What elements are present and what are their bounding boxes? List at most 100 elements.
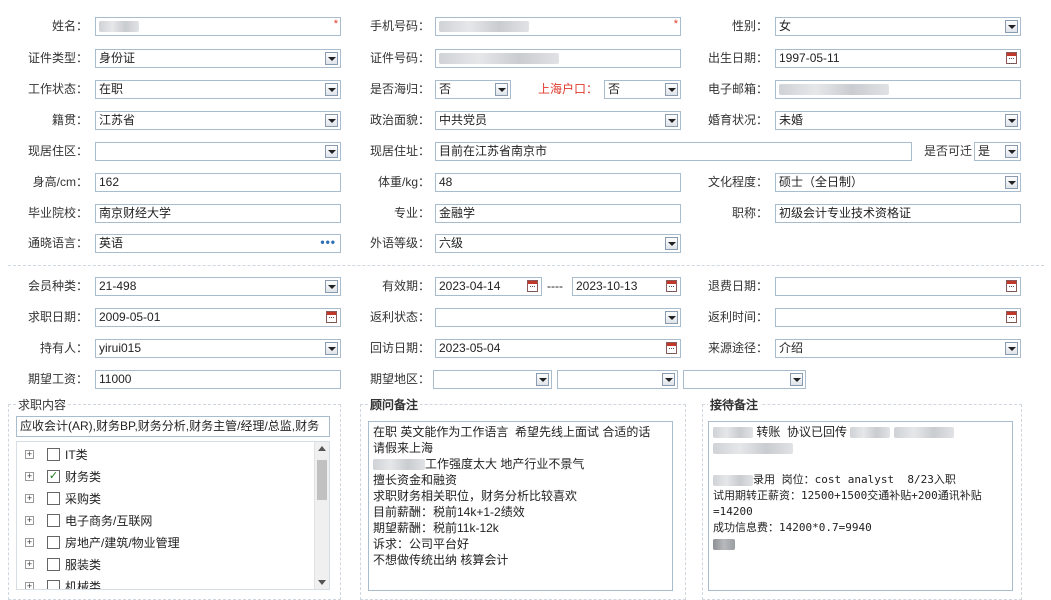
title-field[interactable]: 初级会计专业技术资格证 <box>775 204 1021 223</box>
note-line: =14200 <box>713 505 753 518</box>
tree-item-label: IT类 <box>65 448 88 462</box>
chevron-down-icon[interactable] <box>325 83 338 96</box>
id-type-select[interactable]: 身份证 <box>95 49 341 68</box>
education-select[interactable]: 硕士（全日制） <box>775 173 1021 192</box>
id-number-field[interactable] <box>435 49 681 68</box>
language-field[interactable]: 英语 ••• <box>95 234 341 253</box>
name-field[interactable]: * <box>95 17 341 36</box>
tree-checkbox[interactable] <box>47 558 60 571</box>
major-field[interactable]: 金融学 <box>435 204 681 223</box>
chevron-down-icon[interactable] <box>662 373 675 386</box>
calendar-icon[interactable] <box>527 280 538 292</box>
more-options-icon[interactable]: ••• <box>320 235 336 250</box>
chevron-down-icon[interactable] <box>790 373 803 386</box>
chevron-down-icon[interactable] <box>1005 145 1018 158</box>
chevron-down-icon[interactable] <box>1005 342 1018 355</box>
valid-from-field[interactable]: 2023-04-14 <box>435 277 542 296</box>
expected-salary-field[interactable]: 11000 <box>95 370 341 389</box>
title-value: 初级会计专业技术资格证 <box>779 206 912 220</box>
holder-select[interactable]: yirui015 <box>95 339 341 358</box>
job-category-tree[interactable]: + IT类 + ✓ 财务类 + 采购类 + 电子商务/互联网 + 房地产/建筑/物业管理 + 服装类 + 机… <box>16 441 330 590</box>
email-redacted <box>779 84 889 96</box>
id-number-redacted <box>439 53 559 65</box>
calendar-icon[interactable] <box>666 280 677 292</box>
tree-item-label: 服装类 <box>65 558 102 572</box>
chevron-down-icon[interactable] <box>1005 176 1018 189</box>
reception-notes-title: 接待备注 <box>708 396 761 413</box>
scroll-thumb[interactable] <box>317 460 327 500</box>
job-content-title: 求职内容 <box>16 396 69 413</box>
scroll-down-icon[interactable] <box>318 580 326 585</box>
weight-field[interactable]: 48 <box>435 173 681 192</box>
shanghai-hukou-select[interactable]: 否 <box>604 80 681 99</box>
email-field[interactable] <box>775 80 1021 99</box>
current-address-field[interactable]: 目前在江苏省南京市 <box>435 142 912 161</box>
expand-icon[interactable]: + <box>25 560 34 569</box>
native-label: 籍贯： <box>51 113 88 127</box>
language-level-select[interactable]: 六级 <box>435 234 681 253</box>
native-select[interactable]: 江苏省 <box>95 111 341 130</box>
refund-date-label: 退费日期： <box>707 279 768 293</box>
expand-icon[interactable]: + <box>25 472 34 481</box>
visit-date-label: 回访日期： <box>369 341 430 355</box>
visit-date-field[interactable]: 2023-05-04 <box>435 339 681 358</box>
chevron-down-icon[interactable] <box>325 52 338 65</box>
calendar-icon[interactable] <box>326 311 337 323</box>
chevron-down-icon[interactable] <box>665 114 678 127</box>
consultant-notes-textarea[interactable]: 在职 英文能作为工作语言 希望先线上面试 合适的话 请假来上海 工作强度太大 地… <box>368 421 673 591</box>
chevron-down-icon[interactable] <box>665 83 678 96</box>
tree-checkbox[interactable] <box>47 448 60 461</box>
chevron-down-icon[interactable] <box>325 145 338 158</box>
chevron-down-icon[interactable] <box>665 311 678 324</box>
tree-checkbox[interactable]: ✓ <box>47 470 60 483</box>
work-status-select[interactable]: 在职 <box>95 80 341 99</box>
expand-icon[interactable]: + <box>25 516 34 525</box>
returnee-select[interactable]: 否 <box>435 80 511 99</box>
phone-field[interactable]: * <box>435 17 681 36</box>
valid-to-field[interactable]: 2023-10-13 <box>572 277 681 296</box>
expand-icon[interactable]: + <box>25 494 34 503</box>
chevron-down-icon[interactable] <box>1005 114 1018 127</box>
expand-icon[interactable]: + <box>25 582 34 589</box>
school-field[interactable]: 南京财经大学 <box>95 204 341 223</box>
member-type-select[interactable]: 21-498 <box>95 277 341 296</box>
scroll-up-icon[interactable] <box>318 446 326 451</box>
calendar-icon[interactable] <box>1006 52 1017 64</box>
job-date-field[interactable]: 2009-05-01 <box>95 308 341 327</box>
calendar-icon[interactable] <box>1006 280 1017 292</box>
expand-icon[interactable]: + <box>25 450 34 459</box>
expected-area-district-select[interactable] <box>683 370 806 389</box>
height-field[interactable]: 162 <box>95 173 341 192</box>
marital-select[interactable]: 未婚 <box>775 111 1021 130</box>
current-residence-select[interactable] <box>95 142 341 161</box>
political-select[interactable]: 中共党员 <box>435 111 681 130</box>
chevron-down-icon[interactable] <box>325 342 338 355</box>
chevron-down-icon[interactable] <box>495 83 508 96</box>
expected-area-province-select[interactable] <box>433 370 552 389</box>
job-content-summary[interactable]: 应收会计(AR),财务BP,财务分析,财务主管/经理/总监,财务 <box>16 416 330 437</box>
tree-checkbox[interactable] <box>47 536 60 549</box>
refund-date-field[interactable] <box>775 277 1021 296</box>
rebate-time-field[interactable] <box>775 308 1021 327</box>
redacted-text <box>893 427 954 439</box>
reception-notes-textarea[interactable]: 转账 协议已回传 录用 岗位：cost analyst 8/23入职 试用期转正… <box>708 421 1013 591</box>
relocate-select[interactable]: 是 <box>974 142 1021 161</box>
birth-date-field[interactable]: 1997-05-11 <box>775 49 1021 68</box>
chevron-down-icon[interactable] <box>536 373 549 386</box>
chevron-down-icon[interactable] <box>1005 20 1018 33</box>
source-select[interactable]: 介绍 <box>775 339 1021 358</box>
expand-icon[interactable]: + <box>25 538 34 547</box>
tree-scrollbar[interactable] <box>314 442 329 589</box>
chevron-down-icon[interactable] <box>325 280 338 293</box>
rebate-status-select[interactable] <box>435 308 681 327</box>
chevron-down-icon[interactable] <box>665 237 678 250</box>
tree-checkbox[interactable] <box>47 492 60 505</box>
calendar-icon[interactable] <box>1006 311 1017 323</box>
note-line: 成功信息费：14200*0.7=9940 <box>713 521 872 534</box>
chevron-down-icon[interactable] <box>325 114 338 127</box>
expected-area-city-select[interactable] <box>557 370 678 389</box>
calendar-icon[interactable] <box>666 342 677 354</box>
tree-checkbox[interactable] <box>47 514 60 527</box>
tree-checkbox[interactable] <box>47 580 60 589</box>
gender-select[interactable]: 女 <box>775 17 1021 36</box>
